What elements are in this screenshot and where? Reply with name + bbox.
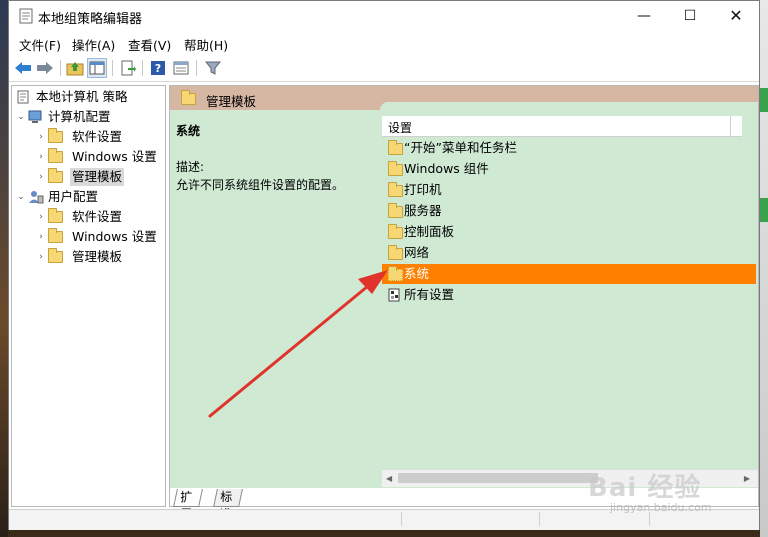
list-item[interactable]: “开始”菜单和任务栏 — [382, 138, 768, 158]
maximize-button[interactable]: ☐ — [667, 1, 713, 31]
gpedit-window: 本地组策略编辑器 — ☐ ✕ 文件(F) 操作(A) 查看(V) 帮助(H) ? — [8, 0, 760, 530]
navigation-tree[interactable]: 本地计算机 策略 ⌄ 计算机配置 › 软件设置 › Windows 设置 › 管… — [11, 85, 166, 507]
expand-chevron-icon[interactable]: › — [36, 248, 46, 266]
folder-icon — [388, 203, 403, 218]
settings-list[interactable]: 设置 “开始”菜单和任务栏 Windows 组件 打印机 服务器 控制面板 网络… — [380, 102, 758, 488]
folder-icon — [48, 208, 64, 224]
close-button[interactable]: ✕ — [713, 1, 759, 31]
column-header-setting[interactable]: 设置 — [382, 116, 742, 137]
computer-icon — [28, 110, 44, 124]
toolbar-separator — [112, 60, 113, 76]
all-settings-icon — [388, 288, 402, 308]
watermark-brand: Bai 经验 — [588, 473, 702, 503]
show-hide-tree-icon[interactable] — [87, 58, 107, 78]
folder-icon — [48, 168, 64, 184]
folder-icon — [388, 266, 403, 281]
forward-arrow-icon[interactable] — [35, 58, 55, 78]
folder-icon — [388, 245, 403, 260]
title-bar[interactable]: 本地组策略编辑器 — ☐ ✕ — [9, 1, 759, 31]
properties-icon[interactable] — [171, 58, 191, 78]
expand-chevron-icon[interactable]: › — [36, 148, 46, 166]
folder-icon — [388, 182, 403, 197]
gpedit-app-icon — [19, 8, 33, 24]
expand-chevron-icon[interactable]: › — [36, 168, 46, 186]
tree-label: 管理模板 — [72, 249, 123, 264]
folder-icon — [388, 224, 403, 239]
filter-icon[interactable] — [203, 58, 223, 78]
tree-label: 软件设置 — [72, 209, 123, 224]
scrollbar-thumb[interactable] — [398, 473, 598, 483]
toolbar: ? — [9, 55, 759, 82]
description-panel: 系统 描述: 允许不同系统组件设置的配置。 — [170, 110, 380, 488]
folder-icon — [48, 228, 64, 244]
list-item[interactable]: Windows 组件 — [382, 159, 768, 179]
collapse-chevron-icon[interactable]: ⌄ — [16, 188, 26, 206]
folder-icon — [48, 128, 64, 144]
help-icon[interactable]: ? — [148, 58, 168, 78]
user-icon — [28, 190, 44, 204]
column-header-label: 设置 — [388, 121, 413, 135]
menu-view[interactable]: 查看(V) — [128, 35, 171, 54]
window-title: 本地组策略编辑器 — [38, 12, 143, 27]
folder-icon — [388, 140, 403, 155]
list-item-selected[interactable]: 系统 — [382, 264, 756, 284]
status-cell — [401, 512, 532, 526]
column-separator[interactable] — [730, 116, 731, 136]
menu-bar: 文件(F) 操作(A) 查看(V) 帮助(H) — [9, 33, 759, 53]
desktop-background-right — [760, 0, 768, 537]
details-pane: 管理模板 系统 描述: 允许不同系统组件设置的配置。 设置 “开始”菜单和任务栏… — [169, 85, 759, 507]
toolbar-separator — [60, 60, 61, 76]
desktop-background-left — [0, 0, 8, 537]
menu-help[interactable]: 帮助(H) — [184, 35, 228, 54]
scroll-left-icon[interactable]: ◀ — [386, 474, 392, 483]
tree-label: 本地计算机 策略 — [36, 89, 128, 104]
expand-chevron-icon[interactable]: › — [36, 228, 46, 246]
toolbar-separator — [142, 60, 143, 76]
tree-node-computer-config[interactable]: ⌄ 计算机配置 — [16, 108, 166, 126]
tree-node-user-config[interactable]: ⌄ 用户配置 — [16, 188, 166, 206]
folder-icon — [388, 161, 403, 176]
expand-chevron-icon[interactable]: › — [36, 208, 46, 226]
list-item[interactable]: 打印机 — [382, 180, 768, 200]
tab-extended[interactable]: 扩展 — [173, 489, 203, 521]
up-folder-icon[interactable] — [65, 58, 85, 78]
policy-document-icon — [16, 90, 32, 104]
svg-text:?: ? — [155, 62, 161, 75]
tree-label: 计算机配置 — [48, 109, 111, 124]
description-label: 描述: — [176, 160, 205, 174]
collapse-chevron-icon[interactable]: ⌄ — [16, 108, 26, 126]
toolbar-separator — [196, 60, 197, 76]
pane-header-title: 管理模板 — [206, 94, 257, 109]
tab-standard[interactable]: 标准 — [213, 489, 243, 521]
list-item[interactable]: 服务器 — [382, 201, 768, 221]
menu-file[interactable]: 文件(F) — [19, 35, 61, 54]
folder-icon — [48, 248, 64, 264]
desktop-green-marker — [760, 88, 768, 112]
expand-chevron-icon[interactable]: › — [36, 128, 46, 146]
tree-label: 软件设置 — [72, 129, 123, 144]
tree-label: 管理模板 — [70, 168, 125, 186]
folder-icon — [181, 90, 196, 105]
list-item[interactable]: 网络 — [382, 243, 768, 263]
minimize-button[interactable]: — — [621, 1, 667, 31]
list-item[interactable]: 所有设置 — [382, 285, 768, 305]
export-list-icon[interactable] — [118, 58, 138, 78]
tree-label: Windows 设置 — [72, 149, 157, 164]
tree-label: 用户配置 — [48, 189, 99, 204]
folder-icon — [48, 148, 64, 164]
description-title: 系统 — [176, 124, 201, 138]
list-item[interactable]: 控制面板 — [382, 222, 768, 242]
description-text: 允许不同系统组件设置的配置。 — [176, 178, 345, 192]
back-arrow-icon[interactable] — [13, 58, 33, 78]
watermark: Bai 经验 jingyan.baidu.com — [580, 455, 750, 525]
watermark-url: jingyan.baidu.com — [610, 501, 712, 514]
menu-action[interactable]: 操作(A) — [72, 35, 115, 54]
tree-label: Windows 设置 — [72, 229, 157, 244]
